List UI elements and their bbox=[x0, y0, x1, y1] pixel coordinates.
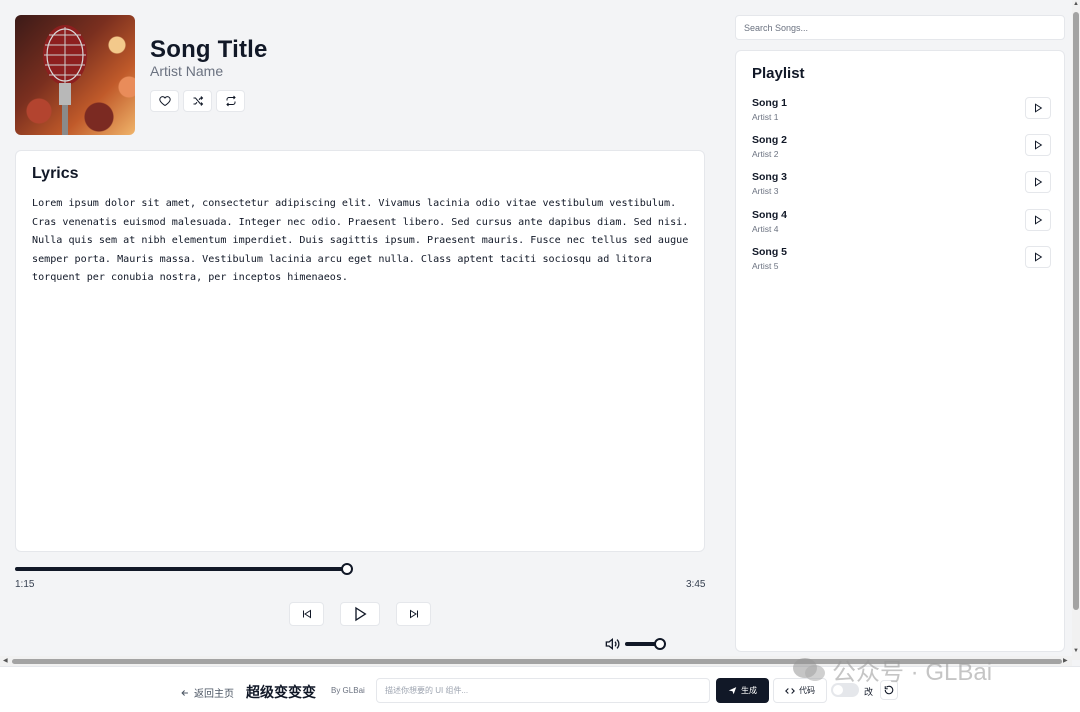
skip-forward-icon bbox=[409, 609, 418, 619]
total-time: 3:45 bbox=[686, 579, 706, 590]
repeat-icon bbox=[225, 95, 236, 107]
progress-handle[interactable] bbox=[341, 563, 353, 575]
back-home-link[interactable]: 返回主页 bbox=[180, 685, 234, 700]
playlist-item[interactable]: Song 2 Artist 2 bbox=[752, 134, 1052, 164]
microphone-illustration bbox=[43, 25, 87, 135]
play-button[interactable] bbox=[340, 602, 380, 626]
playlist-artist: Artist 4 bbox=[752, 224, 779, 234]
brand-byline: By GLBai bbox=[331, 686, 365, 695]
lyrics-panel: Lyrics Lorem ipsum dolor sit amet, conse… bbox=[15, 150, 705, 552]
volume-icon[interactable] bbox=[605, 637, 621, 651]
back-home-label: 返回主页 bbox=[194, 689, 234, 700]
search-input[interactable] bbox=[735, 15, 1065, 40]
watermark-text: 公众号 · GLBai bbox=[832, 659, 993, 686]
album-cover-image bbox=[15, 15, 135, 135]
playlist-play-button[interactable] bbox=[1025, 246, 1051, 268]
lyrics-title: Lyrics bbox=[32, 165, 79, 182]
vertical-scrollbar[interactable]: ▲ ▼ bbox=[1072, 0, 1080, 660]
playlist-play-button[interactable] bbox=[1025, 134, 1051, 156]
playlist-song-title: Song 2 bbox=[752, 134, 788, 146]
playlist-item[interactable]: Song 4 Artist 4 bbox=[752, 209, 1052, 239]
playlist-title: Playlist bbox=[752, 65, 805, 82]
playlist-song-title: Song 3 bbox=[752, 171, 788, 183]
play-icon bbox=[1035, 140, 1043, 150]
song-title: Song Title bbox=[150, 36, 268, 63]
skip-back-icon bbox=[302, 609, 311, 619]
generate-label: 生成 bbox=[741, 686, 757, 695]
play-icon bbox=[1035, 215, 1043, 225]
next-button[interactable] bbox=[396, 602, 431, 626]
playlist-item[interactable]: Song 5 Artist 5 bbox=[752, 246, 1052, 276]
music-player-app: Song Title Artist Name Lyrics Lorem ipsu… bbox=[0, 0, 1072, 660]
shuffle-icon bbox=[193, 96, 203, 106]
scroll-down-arrow-icon[interactable]: ▼ bbox=[1073, 648, 1079, 654]
previous-button[interactable] bbox=[289, 602, 324, 626]
playlist-artist: Artist 2 bbox=[752, 149, 779, 159]
playlist-play-button[interactable] bbox=[1025, 209, 1051, 231]
artist-name: Artist Name bbox=[150, 63, 224, 79]
shuffle-button[interactable] bbox=[183, 90, 212, 112]
arrow-left-icon bbox=[181, 689, 188, 696]
playlist-play-button[interactable] bbox=[1025, 97, 1051, 119]
current-time: 1:15 bbox=[15, 579, 35, 590]
playlist-artist: Artist 3 bbox=[752, 186, 779, 196]
heart-icon bbox=[158, 96, 171, 107]
volume-handle[interactable] bbox=[654, 638, 666, 650]
scroll-left-arrow-icon[interactable]: ◀ bbox=[3, 657, 8, 664]
brand-title: 超级变变变 bbox=[246, 684, 316, 700]
playlist-play-button[interactable] bbox=[1025, 171, 1051, 193]
prompt-input[interactable] bbox=[376, 678, 710, 703]
send-icon bbox=[728, 687, 737, 695]
like-button[interactable] bbox=[150, 90, 179, 112]
repeat-button[interactable] bbox=[216, 90, 245, 112]
playlist-panel: Playlist Song 1 Artist 1 Song 2 Artist 2… bbox=[735, 50, 1065, 652]
playlist-song-title: Song 1 bbox=[752, 97, 788, 109]
scroll-up-arrow-icon[interactable]: ▲ bbox=[1073, 1, 1079, 7]
playlist-artist: Artist 1 bbox=[752, 112, 779, 122]
playlist-artist: Artist 5 bbox=[752, 261, 779, 271]
playlist-item[interactable]: Song 3 Artist 3 bbox=[752, 171, 1052, 201]
play-icon bbox=[1035, 252, 1043, 262]
watermark: 公众号 · GLBai bbox=[792, 652, 992, 687]
wechat-icon bbox=[793, 657, 825, 681]
progress-bar[interactable] bbox=[15, 567, 348, 571]
playlist-item[interactable]: Song 1 Artist 1 bbox=[752, 97, 1052, 127]
generate-button[interactable]: 生成 bbox=[716, 678, 769, 703]
lyrics-text: Lorem ipsum dolor sit amet, consectetur … bbox=[32, 198, 689, 284]
playlist-song-title: Song 4 bbox=[752, 209, 788, 221]
code-icon bbox=[785, 687, 795, 694]
play-icon bbox=[1035, 103, 1043, 113]
scroll-right-arrow-icon[interactable]: ▶ bbox=[1063, 657, 1068, 664]
play-icon bbox=[1035, 177, 1043, 187]
play-icon bbox=[355, 606, 367, 622]
playlist-song-title: Song 5 bbox=[752, 246, 788, 258]
vertical-scrollbar-thumb[interactable] bbox=[1073, 12, 1079, 610]
